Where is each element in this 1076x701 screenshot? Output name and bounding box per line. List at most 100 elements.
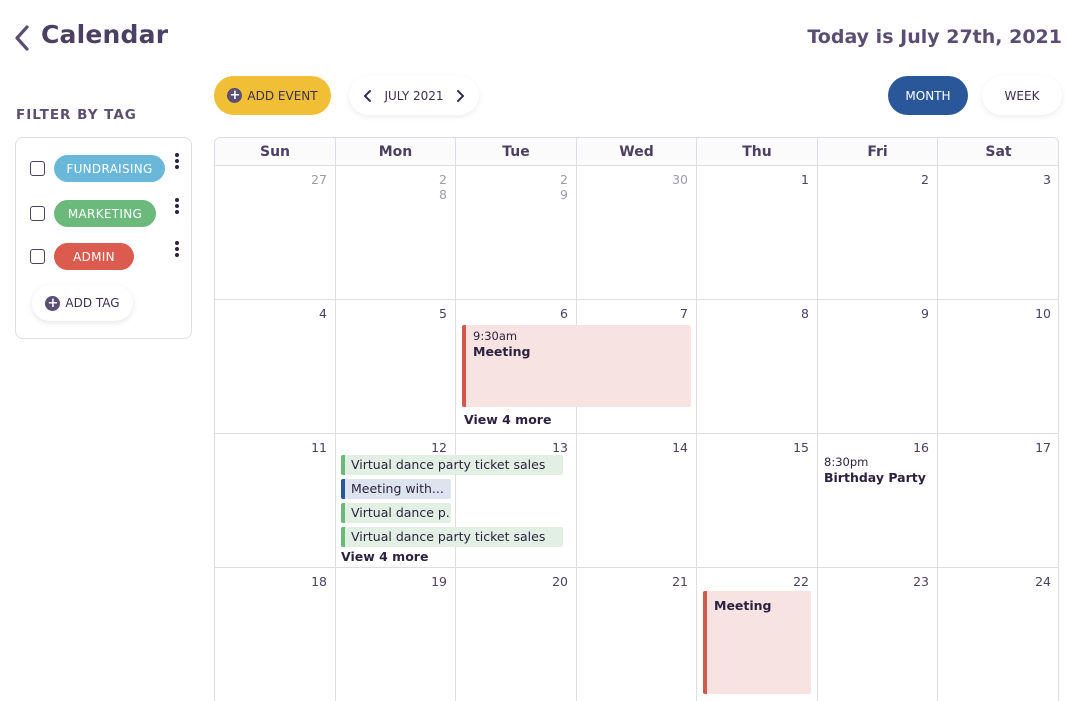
date-number: 20 bbox=[552, 574, 568, 589]
view-week-button[interactable]: WEEK bbox=[982, 76, 1062, 115]
date-number: 1 bbox=[801, 172, 809, 187]
date-number: 30 bbox=[672, 172, 688, 187]
day-cell[interactable]: 23 bbox=[818, 568, 938, 701]
day-cell[interactable]: 19 bbox=[336, 568, 456, 701]
day-cell[interactable]: 15 bbox=[697, 434, 818, 568]
day-cell[interactable]: 18 bbox=[215, 568, 336, 701]
day-cell[interactable]: 21 bbox=[577, 568, 697, 701]
add-event-button[interactable]: + ADD EVENT bbox=[214, 76, 331, 115]
day-cell[interactable]: 11 bbox=[215, 434, 336, 568]
tag-pill-admin[interactable]: ADMIN bbox=[54, 243, 134, 270]
day-cell[interactable]: 4 bbox=[215, 300, 336, 434]
kebab-menu-icon[interactable] bbox=[172, 153, 182, 171]
date-number: 7 bbox=[680, 306, 688, 321]
kebab-menu-icon[interactable] bbox=[172, 198, 182, 216]
weekday-header: Sun bbox=[215, 138, 336, 166]
tag-checkbox-marketing[interactable] bbox=[30, 206, 45, 221]
weekday-header: Thu bbox=[697, 138, 818, 166]
back-button[interactable] bbox=[10, 24, 34, 52]
date-number: 4 bbox=[319, 306, 327, 321]
filter-panel: FUNDRAISING MARKETING ADMIN + ADD TAG bbox=[15, 137, 192, 339]
event-birthday-jul16[interactable]: 8:30pm Birthday Party bbox=[824, 455, 926, 485]
day-cell[interactable]: 9 bbox=[818, 300, 938, 434]
tag-checkbox-admin[interactable] bbox=[30, 249, 45, 264]
weekday-header: Sat bbox=[938, 138, 1058, 166]
event-bar[interactable]: Virtual dance party ticket sales bbox=[341, 455, 563, 475]
date-number: 21 bbox=[672, 574, 688, 589]
tag-row-marketing: MARKETING bbox=[16, 198, 192, 228]
event-bar[interactable]: Meeting with... bbox=[341, 479, 451, 499]
plus-icon: + bbox=[45, 295, 61, 311]
view-month-button[interactable]: MONTH bbox=[888, 76, 968, 115]
date-number: 12 bbox=[431, 440, 447, 455]
day-cell[interactable]: 29 bbox=[456, 166, 577, 300]
event-meeting-jul6[interactable]: 9:30am Meeting bbox=[462, 325, 691, 407]
kebab-menu-icon[interactable] bbox=[172, 241, 182, 259]
date-number: 11 bbox=[311, 440, 327, 455]
event-title: Birthday Party bbox=[824, 470, 926, 485]
day-cell[interactable]: 1 bbox=[697, 166, 818, 300]
month-navigator: JULY 2021 bbox=[349, 76, 479, 115]
day-cell[interactable]: 27 bbox=[215, 166, 336, 300]
tag-pill-marketing[interactable]: MARKETING bbox=[54, 200, 156, 227]
plus-icon: + bbox=[227, 88, 243, 103]
add-event-label: ADD EVENT bbox=[247, 88, 318, 103]
tag-row-admin: ADMIN bbox=[16, 241, 192, 271]
day-cell[interactable]: 28 bbox=[336, 166, 456, 300]
chevron-right-icon bbox=[456, 89, 464, 102]
date-number: 19 bbox=[431, 574, 447, 589]
event-time: 8:30pm bbox=[824, 455, 869, 469]
date-number: 14 bbox=[672, 440, 688, 455]
date-number: 9 bbox=[921, 306, 929, 321]
tag-pill-fundraising[interactable]: FUNDRAISING bbox=[54, 155, 165, 182]
date-number: 2 bbox=[921, 172, 929, 187]
add-tag-button[interactable]: + ADD TAG bbox=[32, 285, 133, 321]
event-title: Meeting bbox=[473, 344, 531, 359]
chevron-left-icon bbox=[364, 89, 371, 102]
month-calendar: Sun Mon Tue Wed Thu Fri Sat 27 28 29 30 … bbox=[214, 137, 1059, 701]
day-cell[interactable]: 24 bbox=[938, 568, 1058, 701]
view-more-link[interactable]: View 4 more bbox=[341, 549, 428, 564]
weekday-header: Tue bbox=[456, 138, 577, 166]
chevron-left-icon bbox=[15, 25, 29, 51]
date-number: 22 bbox=[793, 574, 809, 589]
event-title: Meeting bbox=[714, 598, 772, 613]
event-meeting-jul22[interactable]: Meeting bbox=[703, 591, 811, 694]
weekday-header: Wed bbox=[577, 138, 697, 166]
event-time: 9:30am bbox=[473, 329, 518, 343]
day-cell[interactable]: 10 bbox=[938, 300, 1058, 434]
weekday-header: Mon bbox=[336, 138, 456, 166]
day-cell[interactable]: 5 bbox=[336, 300, 456, 434]
day-cell[interactable]: 20 bbox=[456, 568, 577, 701]
date-number: 27 bbox=[311, 172, 327, 187]
day-cell[interactable]: 8 bbox=[697, 300, 818, 434]
page-title: Calendar bbox=[41, 20, 169, 49]
view-more-link[interactable]: View 4 more bbox=[464, 412, 551, 427]
date-number: 6 bbox=[560, 306, 568, 321]
date-number: 10 bbox=[1035, 306, 1051, 321]
day-cell[interactable]: 2 bbox=[818, 166, 938, 300]
day-cell[interactable]: 17 bbox=[938, 434, 1058, 568]
date-number: 18 bbox=[311, 574, 327, 589]
day-cell[interactable]: 14 bbox=[577, 434, 697, 568]
next-month-button[interactable] bbox=[453, 89, 467, 103]
prev-month-button[interactable] bbox=[361, 89, 375, 103]
day-cell[interactable]: 30 bbox=[577, 166, 697, 300]
tag-row-fundraising: FUNDRAISING bbox=[16, 153, 192, 183]
date-number: 3 bbox=[1043, 172, 1051, 187]
event-bar[interactable]: Virtual dance p.. bbox=[341, 503, 451, 523]
date-number: 16 bbox=[913, 440, 929, 455]
current-month-label: JULY 2021 bbox=[384, 88, 444, 103]
weekday-header: Fri bbox=[818, 138, 938, 166]
event-bar[interactable]: Virtual dance party ticket sales bbox=[341, 527, 563, 547]
day-cell[interactable]: 3 bbox=[938, 166, 1058, 300]
date-number: 8 bbox=[801, 306, 809, 321]
date-number: 13 bbox=[552, 440, 568, 455]
date-number: 23 bbox=[913, 574, 929, 589]
date-number: 5 bbox=[439, 306, 447, 321]
date-number: 17 bbox=[1035, 440, 1051, 455]
date-number: 28 bbox=[439, 172, 447, 202]
tag-checkbox-fundraising[interactable] bbox=[30, 161, 45, 176]
today-label: Today is July 27th, 2021 bbox=[807, 26, 1062, 48]
date-number: 24 bbox=[1035, 574, 1051, 589]
